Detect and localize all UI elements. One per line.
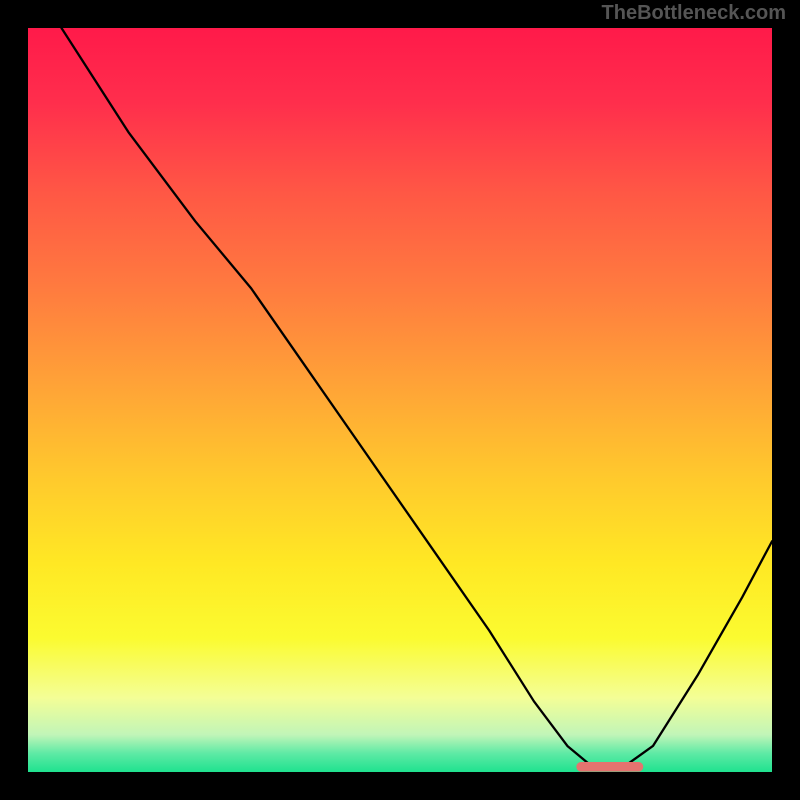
- plot-area: [28, 28, 772, 772]
- chart-svg: [28, 28, 772, 772]
- gradient-background: [28, 28, 772, 772]
- watermark-text: TheBottleneck.com: [602, 2, 786, 25]
- chart-container: TheBottleneck.com: [0, 0, 800, 800]
- target-range-marker: [576, 762, 643, 772]
